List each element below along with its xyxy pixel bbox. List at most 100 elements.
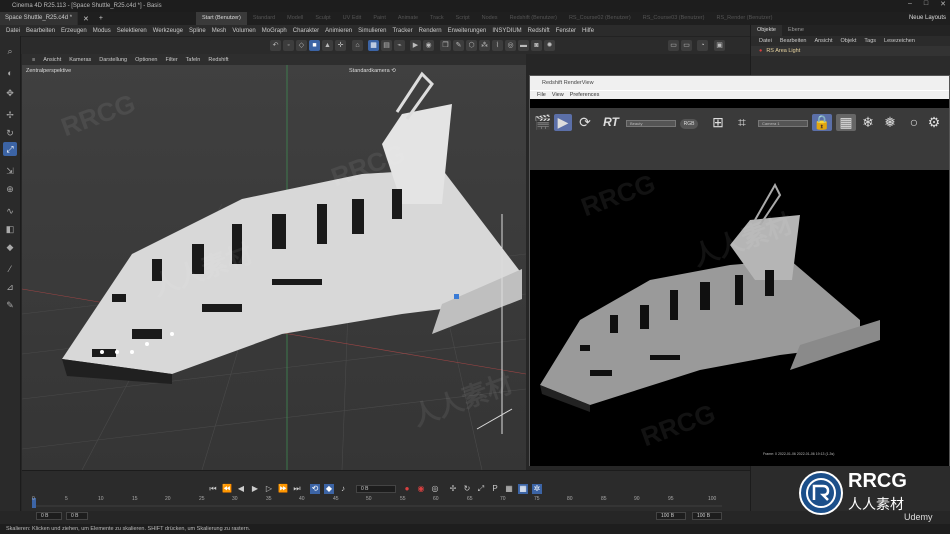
object-menu-item[interactable]: Datei	[755, 38, 776, 44]
menu-item[interactable]: Redshift	[525, 28, 553, 34]
close-tab-icon[interactable]: ✕	[78, 15, 94, 23]
tab-objects[interactable]: Objekte	[751, 25, 782, 36]
auto-key-icon[interactable]: ◉	[416, 484, 426, 494]
viewport-menu-item[interactable]: Optionen	[131, 57, 161, 63]
annotation-icon[interactable]: ✎	[3, 298, 17, 312]
scale-key-icon[interactable]: ⤢	[476, 484, 486, 494]
aov-select[interactable]: Beauty	[626, 120, 676, 127]
measure-icon[interactable]: ⊿	[3, 280, 17, 294]
viewport-menu-item[interactable]: Darstellung	[95, 57, 131, 63]
select-icon[interactable]: ◐	[3, 66, 17, 80]
cloner-icon[interactable]: ⁂	[479, 40, 490, 51]
transform-icon[interactable]: ⇲	[3, 164, 17, 178]
menu-item[interactable]: Hilfe	[579, 28, 597, 34]
menu-item[interactable]: Animieren	[322, 28, 355, 34]
snapshot-grid-icon[interactable]: ▦	[836, 114, 856, 131]
undo-icon[interactable]: ↶	[270, 40, 281, 51]
circle-icon[interactable]: ○	[906, 114, 922, 131]
layout-item[interactable]: Sculpt	[309, 12, 336, 25]
next-key-icon[interactable]: ⏩	[278, 484, 288, 494]
menu-item[interactable]: Tracker	[389, 28, 415, 34]
object-menu-item[interactable]: Ansicht	[810, 38, 836, 44]
render-menu-item[interactable]: Preferences	[567, 92, 603, 98]
viewport-menu-item[interactable]: Kameras	[65, 57, 95, 63]
layout-item[interactable]: Standard	[247, 12, 281, 25]
current-frame-field[interactable]: 0 B	[356, 485, 396, 493]
menu-item[interactable]: Volumen	[229, 28, 258, 34]
layout-item[interactable]: UV Edit	[337, 12, 368, 25]
subdivision-icon[interactable]: ⬡	[466, 40, 477, 51]
prev-key-icon[interactable]: ⏪	[222, 484, 232, 494]
object-menu-item[interactable]: Tags	[860, 38, 880, 44]
layout-item[interactable]: Track	[424, 12, 450, 25]
camera-icon[interactable]: ◙	[531, 40, 542, 51]
scale-icon[interactable]: ⤢	[3, 142, 17, 156]
layout-item[interactable]: Start (Benutzer)	[196, 12, 247, 25]
menu-item[interactable]: Erzeugen	[58, 28, 90, 34]
lock-icon[interactable]: 🔒	[812, 114, 832, 131]
start-frame-field[interactable]: 0 B	[36, 512, 62, 520]
rgb-button[interactable]: RGB	[680, 119, 698, 129]
layout-item[interactable]: RS_Course03 (Benutzer)	[637, 12, 711, 25]
settings-icon[interactable]: ⚙	[926, 114, 942, 131]
menu-item[interactable]: Spline	[186, 28, 209, 34]
clapper-icon[interactable]: 🎬	[534, 114, 551, 131]
render-menu-item[interactable]: View	[549, 92, 567, 98]
symmetry-icon[interactable]: ⌁	[394, 40, 405, 51]
polygon-mode-icon[interactable]: ▲	[322, 40, 333, 51]
render-queue-icon[interactable]: ▭	[681, 40, 692, 51]
menu-item[interactable]: INSYDIUM	[489, 28, 524, 34]
object-menu-item[interactable]: Bearbeiten	[776, 38, 811, 44]
redshift-render-icon[interactable]: ◔	[697, 40, 708, 51]
key-selection-icon[interactable]: ◎	[430, 484, 440, 494]
record-icon[interactable]: ●	[402, 484, 412, 494]
grid-icon[interactable]: ▤	[381, 40, 392, 51]
document-tab[interactable]: Space Shuttle_R25.c4d *	[0, 12, 79, 25]
prev-frame-icon[interactable]: ◀	[236, 484, 246, 494]
maximize-button[interactable]: □	[924, 0, 928, 8]
axis-mode-icon[interactable]: ✛	[335, 40, 346, 51]
crop-icon[interactable]: ⌗	[734, 114, 750, 131]
spline-pen-icon[interactable]: ✎	[453, 40, 464, 51]
menu-item[interactable]: Mesh	[209, 28, 230, 34]
spline-icon[interactable]: ∿	[3, 204, 17, 218]
deformer-icon[interactable]: ⌇	[492, 40, 503, 51]
points-mode-icon[interactable]: ◦	[283, 40, 294, 51]
rotation-key-icon[interactable]: ↻	[462, 484, 472, 494]
menu-item[interactable]: Simulieren	[355, 28, 389, 34]
grid-toggle-icon[interactable]: ⊞	[710, 114, 726, 131]
layout-item[interactable]: Animate	[392, 12, 424, 25]
menu-item[interactable]: Charakter	[290, 28, 322, 34]
rt-button[interactable]: RT	[600, 114, 622, 131]
close-button[interactable]: ✕	[940, 0, 946, 8]
search-icon[interactable]: ⌕	[3, 44, 17, 58]
audio-icon[interactable]: ♪	[338, 484, 348, 494]
menu-item[interactable]: Modus	[90, 28, 114, 34]
brush-icon[interactable]: ⁄	[3, 262, 17, 276]
render-menu-item[interactable]: File	[534, 92, 549, 98]
key-mode-icon[interactable]: ◆	[324, 484, 334, 494]
object-menu-item[interactable]: Lesezeichen	[880, 38, 919, 44]
viewport-menu-item[interactable]: Ansicht	[39, 57, 65, 63]
layout-item[interactable]: Modell	[281, 12, 309, 25]
floor-icon[interactable]: ▬	[518, 40, 529, 51]
knife-icon[interactable]: ◧	[3, 222, 17, 236]
minimize-button[interactable]: –	[908, 0, 912, 8]
edges-mode-icon[interactable]: ◇	[296, 40, 307, 51]
menu-item[interactable]: Werkzeuge	[150, 28, 186, 34]
object-row[interactable]: ● RS Area Light	[751, 46, 950, 56]
workplane-icon[interactable]: ▦	[368, 40, 379, 51]
position-key-icon[interactable]: ✢	[448, 484, 458, 494]
render-settings-icon[interactable]: ▭	[668, 40, 679, 51]
loop-icon[interactable]: ⟲	[310, 484, 320, 494]
render-view-icon[interactable]: ▶	[410, 40, 421, 51]
rotate-icon[interactable]: ↻	[3, 126, 17, 140]
menu-item[interactable]: Erweiterungen	[445, 28, 490, 34]
max-frame-field[interactable]: 100 B	[656, 512, 686, 520]
menu-item[interactable]: Fenster	[553, 28, 579, 34]
move-icon[interactable]: ✢	[3, 108, 17, 122]
viewport-hamburger-icon[interactable]: ≡	[28, 57, 39, 63]
add-tab-icon[interactable]: +	[94, 15, 108, 22]
tab-layers[interactable]: Ebene	[782, 25, 810, 36]
next-frame-icon[interactable]: ▷	[264, 484, 274, 494]
